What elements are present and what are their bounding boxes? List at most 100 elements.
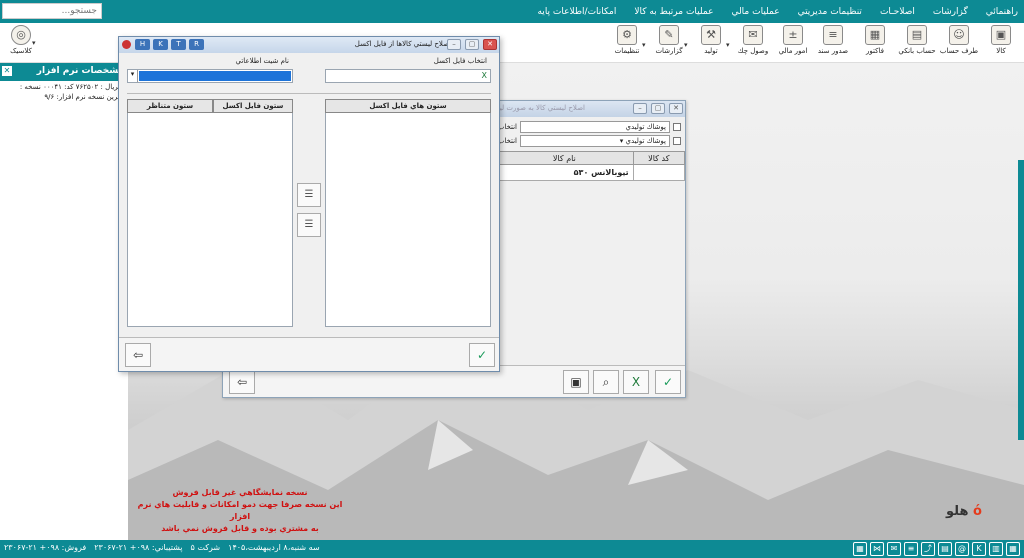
menu-management-settings[interactable]: تنظيمات مديريتي [798,7,862,17]
hotkey-k[interactable]: K [153,39,168,50]
window-footer: ⇦ ✓ [119,337,499,371]
brand-logo: ό هلو [946,504,982,519]
sub-group-select[interactable]: پوشاك توليدي ▾ [520,135,670,147]
window-title: اصلاح ليستي کالاها از فايل اکسل ✕ ▢ – H … [119,37,499,53]
main-group-select[interactable]: پوشاك توليدي [520,121,670,133]
goods-table: نام کالا کد کالا تيوبالانس ۵۳۰ [495,151,686,181]
search-icon[interactable]: ⌕ [593,370,619,394]
person-icon: ☺ [949,25,969,45]
side-scroll-strip[interactable] [1018,160,1024,440]
hotkey-t[interactable]: T [171,39,186,50]
minimize-icon[interactable]: – [633,103,647,114]
status-sales: فروش: ۰۹۸+ ۲۱-۲۳۰۶۷ [4,543,87,552]
move-left-icon[interactable]: ☰ [297,183,321,207]
status-company: شرکت ۵ [190,543,221,552]
hotkey-h[interactable]: H [135,39,150,50]
column-header-excel: ستون فايل اکسل [213,99,293,113]
move-right-icon[interactable]: ☰ [297,213,321,237]
close-circle-icon[interactable] [122,40,131,49]
sheet-name-select[interactable]: ▾ [127,69,293,83]
calculator-icon: ± [783,25,803,45]
maximize-icon[interactable]: ▢ [651,103,665,114]
toolbar-cheque-button[interactable]: ✉ وصول چك [732,25,774,61]
box-export-icon[interactable]: ▣ [563,370,589,394]
menu-help[interactable]: راهنمائي [986,7,1018,17]
chevron-down-icon[interactable]: ▾ [128,70,138,82]
keyboard-icon[interactable]: K [972,542,986,556]
toolbar-settings-button[interactable]: ⚙ تنظيمات [606,25,648,61]
toolbar-reports-button[interactable]: ✎ گزارشات [648,25,690,61]
invoice-icon: ▦ [865,25,885,45]
status-bar: سه شنبه،۸ ارديبهشت،۱۴۰۵ شرکت ۵ پشتيباني:… [0,540,1024,558]
excel-import-window: اصلاح ليستي کالاها از فايل اکسل ✕ ▢ – H … [118,36,500,372]
menu-reports[interactable]: گزارشات [933,7,968,17]
toolbar-production-button[interactable]: ⚒ توليد [690,25,732,61]
sidebar-header: مشخصات نرم افزار ✕ [0,63,128,81]
chart-icon[interactable]: ▥ [989,542,1003,556]
maximize-icon[interactable]: ▢ [465,39,479,50]
gear-icon: ⚙ [617,25,637,45]
confirm-icon[interactable]: ✓ [655,370,681,394]
cell-name: تيوبالانس ۵۳۰ [495,164,634,181]
excel-columns-header: ستون هاي فايل اکسل [325,99,491,113]
calendar-icon[interactable]: ▤ [938,542,952,556]
mapping-list[interactable] [127,99,293,327]
box-icon: ▣ [991,25,1011,45]
toolbar-party-button[interactable]: ☺ طرف حساب [938,25,980,61]
hotkey-r[interactable]: R [189,39,204,50]
exit-icon[interactable]: ⇦ [125,343,151,367]
bank-card-icon: ▤ [907,25,927,45]
calculator-icon[interactable]: ▦ [853,542,867,556]
cell-code [632,164,686,181]
logo-mark-icon: ό [973,504,982,519]
toolbar-voucher-button[interactable]: ≡ صدور سند [812,25,854,61]
menu-basic-info[interactable]: امكانات/اطلاعات پايه [537,7,616,17]
status-support: پشتيباني: ۰۹۸+ ۲۱-۲۳۰۶۷ [94,543,183,552]
option-checkbox-2[interactable] [673,137,681,145]
toolbar-invoice-button[interactable]: ▦ فاکتور [854,25,896,61]
excel-file-input[interactable]: X [325,69,491,83]
column-header-name: نام کالا [495,151,634,165]
serial-info: سريال : ۷۶۲۵۰۲ كد: ۰۰۰۴۱ نسخه : [19,83,124,91]
demo-notice: نسخه نمايشگاهي غير قابل فروش اين نسخه صر… [137,488,343,533]
mail-icon[interactable]: @ [955,542,969,556]
menu-financial[interactable]: عمليات مالي [731,7,779,17]
grid-icon[interactable]: ▦ [1006,542,1020,556]
status-info: سه شنبه،۸ ارديبهشت،۱۴۰۵ شرکت ۵ پشتيباني:… [4,543,320,552]
option-checkbox-1[interactable] [673,123,681,131]
minimize-icon[interactable]: – [447,39,461,50]
menu-goods-operations[interactable]: عمليات مرتبط به کالا [634,7,713,17]
exit-icon[interactable]: ⇦ [229,370,255,394]
list-icon[interactable]: ≡ [904,542,918,556]
toolbar-finance-button[interactable]: ± امور مالي [772,25,814,61]
chevron-down-icon[interactable]: ▾ [32,39,36,47]
share-icon[interactable]: ⤴ [921,542,935,556]
palette-icon: ◎ [11,25,31,45]
menu-bar: امكانات/اطلاعات پايه عمليات مرتبط به کال… [0,0,1024,23]
excel-file-label: انتخاب فايل اکسل [433,57,487,65]
search-input[interactable] [2,3,102,19]
excel-columns-list[interactable] [325,99,491,327]
column-header-code: کد کالا [632,151,686,165]
toolbar-goods-button[interactable]: ▣ کالا [980,25,1022,61]
message-icon[interactable]: ✉ [887,542,901,556]
close-icon[interactable]: ✕ [483,39,497,50]
toolbar-bank-button[interactable]: ▤ حساب بانکي [896,25,938,61]
divider [127,93,491,94]
factory-icon: ⚒ [701,25,721,45]
close-icon[interactable]: ✕ [2,66,12,76]
network-icon[interactable]: ⋈ [870,542,884,556]
sheet-name-selection [139,71,291,81]
excel-icon[interactable]: X [623,370,649,394]
confirm-icon[interactable]: ✓ [469,343,495,367]
status-icons: ▦ ⋈ ✉ ≡ ⤴ ▤ @ K ▥ ▦ [853,542,1020,556]
column-header-match: ستون متناظر [127,99,213,113]
cheque-icon: ✉ [743,25,763,45]
latest-version: آخرين نسخه نرم افزار: ۹/۶ [44,93,124,101]
excel-icon: X [481,71,487,80]
menu-corrections[interactable]: اصلاحـات [880,7,915,17]
table-row[interactable]: تيوبالانس ۵۳۰ [495,164,686,181]
close-icon[interactable]: ✕ [669,103,683,114]
main-menu: امكانات/اطلاعات پايه عمليات مرتبط به کال… [537,0,1018,23]
report-icon: ✎ [659,25,679,45]
